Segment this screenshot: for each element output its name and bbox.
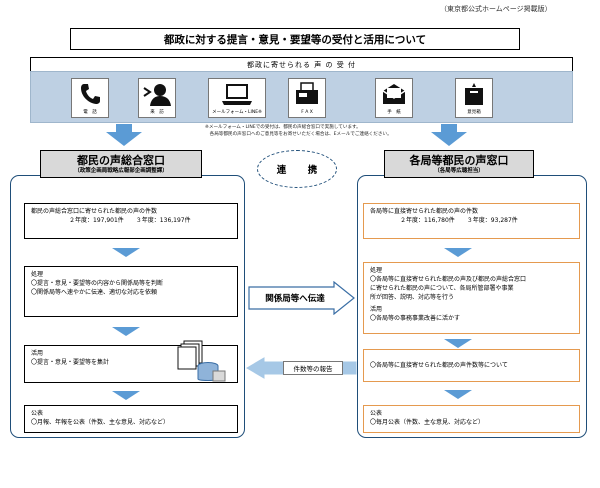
to-departments-label: 関係局等へ伝達: [265, 294, 325, 304]
channel-label: メールフォーム・LINE※: [212, 109, 262, 115]
left-title: 都民の声総合窓口: [77, 153, 165, 167]
right-utilization-line: 〇各局等の事務事業改善に活かす: [370, 315, 461, 322]
left-publication-line: 〇月報、年報を公表（件数、主な意見、対応など）: [31, 419, 170, 426]
arrow-down-left: [106, 132, 142, 146]
left-count-text: 都民の声総合窓口に寄せられた都民の声の件数: [31, 208, 158, 215]
right-flow-arrow: [444, 248, 472, 257]
channel-label: 来 訪: [150, 109, 164, 115]
right-count-values: ２年度：116,780件 ３年度：93,287件: [400, 217, 518, 224]
left-flow-arrow: [112, 391, 140, 400]
right-publication-heading: 公表: [370, 410, 383, 417]
letter-icon: [382, 84, 406, 104]
reception-note: ※メールフォーム・LINEでの受付は、都民の声総合窓口で実施しています。 各局等…: [205, 124, 392, 138]
page-title: 都政に対する提言・意見・要望等の受付と活用について: [70, 28, 520, 50]
source-note: （東京都公式ホームページ掲載版）: [440, 5, 552, 13]
renkei-ellipse: 連 携: [257, 150, 337, 188]
right-flow-arrow: [444, 390, 472, 399]
left-publication-box: 公表 〇月報、年報を公表（件数、主な意見、対応など）: [24, 405, 238, 433]
fax-icon: [296, 82, 318, 104]
right-report-box: 〇各局等に直接寄せられた都民の声件数等について: [363, 349, 580, 382]
phone-icon: [81, 84, 100, 104]
laptop-icon: [222, 84, 252, 105]
database-icon: [197, 362, 226, 382]
right-publication-box: 公表 〇毎月公表（件数、主な意見、対応など）: [363, 405, 580, 433]
channel-suggestion-box: 意見箱: [455, 78, 493, 118]
channel-label: 意見箱: [467, 109, 481, 115]
right-processing-box: 処理 〇各局等に直接寄せられた都民の声及び都民の声総合窓口 に寄せられた都民の声…: [363, 262, 580, 334]
channel-visit: 来 訪: [138, 78, 176, 118]
right-flow-arrow: [444, 339, 472, 348]
right-count-box: 各局等に直接寄せられた都民の声の件数 ２年度：116,780件 ３年度：93,2…: [363, 203, 580, 239]
right-publication-line: 〇毎月公表（件数、主な意見、対応など）: [370, 419, 485, 426]
channel-label: 手 紙: [387, 109, 401, 115]
left-count-box: 都民の声総合窓口に寄せられた都民の声の件数 ２年度：197,901件 ３年度：1…: [24, 203, 238, 239]
right-processing-line: 〇各局等に直接寄せられた都民の声及び都民の声総合窓口: [370, 276, 527, 283]
right-utilization-heading: 活用: [370, 306, 383, 313]
arrow-down-right: [431, 132, 467, 146]
right-processing-line: 所が回答、説明、対応等を行う: [370, 294, 455, 301]
note-line: ※メールフォーム・LINEでの受付は、都民の声総合窓口で実施しています。: [205, 125, 361, 130]
suggestion-box-icon: [465, 83, 483, 105]
left-subtitle: （政策企画局戦略広報部企画調整課）: [74, 167, 168, 174]
channel-letter: 手 紙: [375, 78, 413, 118]
channel-label: F A X: [301, 109, 313, 115]
channel-phone: 電 話: [71, 78, 109, 118]
reception-channels: 電 話 来 訪 メールフォーム・LINE※ F A X 手 紙 意見箱: [30, 71, 573, 123]
right-window-title: 各局等都民の声窓口 （各局等広聴担当）: [384, 150, 534, 178]
left-flow-arrow: [112, 327, 140, 336]
right-processing-line: に寄せられた都民の声について、各局所管部署や事業: [370, 285, 514, 292]
right-report-line: 〇各局等に直接寄せられた都民の声件数等について: [370, 362, 508, 369]
reception-banner: 都政に寄せられる 声 の 受 付: [30, 57, 573, 72]
left-publication-heading: 公表: [31, 410, 44, 417]
left-flow-arrow: [112, 248, 140, 257]
channel-mailform-line: メールフォーム・LINE※: [208, 78, 266, 118]
left-window-title: 都民の声総合窓口 （政策企画局戦略広報部企画調整課）: [40, 150, 202, 178]
right-title: 各局等都民の声窓口: [409, 153, 509, 167]
note-line: 各局等都民の声窓口へのご意見等をお寄せいただく場合は、Eメールでご連絡ください。: [205, 132, 392, 137]
right-processing-heading: 処理: [370, 267, 383, 274]
right-subtitle: （各局等広聴担当）: [434, 167, 484, 174]
channel-label: 電 話: [83, 109, 97, 115]
left-processing-heading: 処理: [31, 271, 44, 278]
report-back-label: 件数等の報告: [283, 361, 343, 375]
left-processing-line: 〇関係局等へ速やかに伝達、適切な対応を依頼: [31, 289, 158, 296]
channel-fax: F A X: [288, 78, 326, 118]
left-processing-line: 〇提言・意見・要望等の内容から関係局等を判断: [31, 280, 164, 287]
left-processing-box: 処理 〇提言・意見・要望等の内容から関係局等を判断 〇関係局等へ速やかに伝達、適…: [24, 266, 238, 317]
visitor-speaking-icon: [143, 84, 171, 106]
right-count-text: 各局等に直接寄せられた都民の声の件数: [370, 208, 479, 215]
left-count-values: ２年度：197,901件 ３年度：136,197件: [69, 217, 191, 224]
